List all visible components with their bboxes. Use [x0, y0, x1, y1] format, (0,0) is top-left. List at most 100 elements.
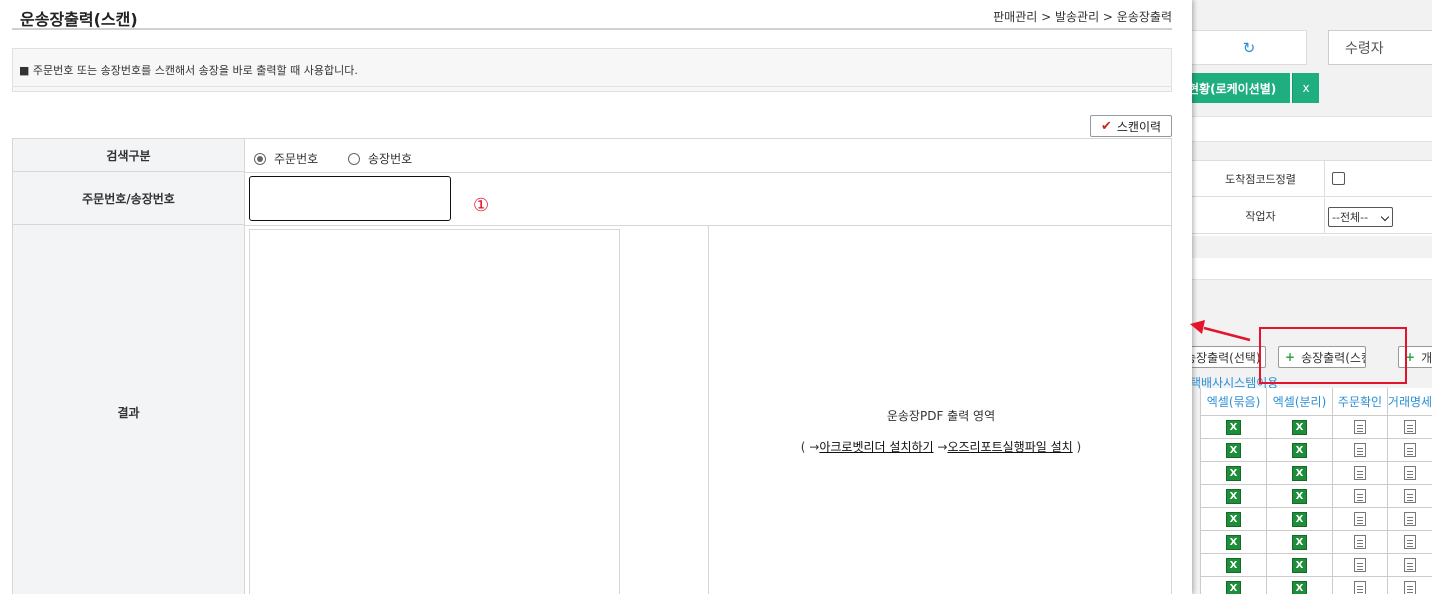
grid-cell — [1333, 508, 1388, 531]
grid-cell — [1201, 416, 1267, 439]
tab-location-status[interactable]: 현황(로케이션별) — [1186, 73, 1290, 103]
acrobat-install-link[interactable]: 아크로벳리더 설치하기 — [819, 440, 933, 454]
oz-report-install-link[interactable]: 오즈리포트실행파일 설치 — [947, 440, 1072, 454]
document-icon[interactable] — [1404, 512, 1416, 526]
excel-icon[interactable] — [1226, 419, 1241, 435]
grid-column-header: 거래명세 — [1388, 388, 1432, 416]
excel-icon[interactable] — [1292, 488, 1307, 504]
document-icon[interactable] — [1404, 466, 1416, 480]
result-label: 결과 — [13, 225, 245, 594]
grid-cell — [1333, 439, 1388, 462]
document-icon[interactable] — [1404, 443, 1416, 457]
excel-icon[interactable] — [1226, 511, 1241, 527]
document-icon[interactable] — [1404, 581, 1416, 594]
document-icon[interactable] — [1404, 489, 1416, 503]
grid-cell — [1333, 531, 1388, 554]
grid-cell — [1388, 577, 1432, 594]
document-icon[interactable] — [1354, 581, 1366, 594]
filter-form: 도착점코드정렬 작업자 --전체-- — [1192, 160, 1432, 236]
filter-strip — [1192, 116, 1432, 142]
filter-strip-bottom — [1192, 258, 1432, 280]
radio-invoice-number[interactable]: 송장번호 — [348, 150, 412, 167]
grid-cell — [1267, 508, 1333, 531]
grid-cell — [1201, 462, 1267, 485]
notice-divider — [12, 86, 1172, 87]
grid-column-header: 엑셀(분리) — [1267, 388, 1333, 416]
result-list — [249, 229, 620, 594]
grid-cell — [1333, 462, 1388, 485]
excel-icon[interactable] — [1226, 465, 1241, 481]
grid-cell — [1333, 485, 1388, 508]
search-type-label: 검색구분 — [13, 139, 245, 172]
scan-history-label: 스캔이력 — [1116, 119, 1162, 134]
radio-invoice-number-label: 송장번호 — [368, 152, 413, 166]
grid-cell — [1388, 531, 1432, 554]
document-icon[interactable] — [1354, 420, 1366, 434]
receiver-input[interactable]: 수령자 — [1328, 30, 1432, 65]
grid-cell — [1333, 554, 1388, 577]
radio-order-number[interactable]: 주문번호 — [254, 150, 318, 167]
excel-icon[interactable] — [1226, 488, 1241, 504]
grid-cell — [1201, 531, 1267, 554]
document-icon[interactable] — [1354, 558, 1366, 572]
grid-cell — [1388, 508, 1432, 531]
excel-icon[interactable] — [1226, 557, 1241, 573]
excel-icon[interactable] — [1292, 580, 1307, 594]
scan-history-button[interactable]: ✔ 스캔이력 — [1090, 115, 1172, 137]
check-icon: ✔ — [1100, 118, 1112, 134]
tab-close-button[interactable]: x — [1292, 73, 1319, 103]
grid-cell — [1267, 416, 1333, 439]
document-icon[interactable] — [1404, 420, 1416, 434]
grid-cell — [1388, 416, 1432, 439]
highlight-box — [1259, 327, 1407, 384]
grid-cell — [1388, 554, 1432, 577]
step-marker: ① — [473, 195, 490, 216]
excel-icon[interactable] — [1292, 534, 1307, 550]
grid-cell — [1267, 531, 1333, 554]
page-title: 운송장출력(스캔) — [20, 10, 138, 29]
worker-select[interactable]: --전체-- — [1328, 207, 1393, 227]
row-divider — [245, 172, 1171, 173]
grid-cell — [1267, 554, 1333, 577]
document-icon[interactable] — [1354, 535, 1366, 549]
excel-icon[interactable] — [1226, 442, 1241, 458]
grid-cell — [1267, 462, 1333, 485]
pdf-output-area: 운송장PDF 출력 영역 ( →아크로벳리더 설치하기 →오즈리포트실행파일 설… — [709, 225, 1173, 594]
number-label: 주문번호/송장번호 — [13, 172, 245, 225]
filter-row-arrival: 도착점코드정렬 — [1192, 161, 1432, 197]
radio-order-number-label: 주문번호 — [274, 152, 319, 166]
print-selected-label: 송장출력(선택) — [1185, 350, 1261, 365]
document-icon[interactable] — [1354, 443, 1366, 457]
breadcrumb: 판매관리 > 발송관리 > 운송장출력 — [993, 10, 1172, 24]
grid-cell — [1201, 485, 1267, 508]
worker-label: 작업자 — [1197, 198, 1325, 234]
excel-icon[interactable] — [1292, 557, 1307, 573]
document-icon[interactable] — [1404, 535, 1416, 549]
grid-cell — [1201, 554, 1267, 577]
radio-dot — [348, 152, 360, 165]
radio-dot-selected — [254, 152, 266, 165]
grid-cell — [1388, 462, 1432, 485]
grid-cell — [1201, 439, 1267, 462]
filter-row-worker: 작업자 --전체-- — [1192, 198, 1432, 234]
excel-icon[interactable] — [1292, 419, 1307, 435]
refresh-button[interactable]: ↻ — [1192, 30, 1307, 65]
excel-icon[interactable] — [1226, 534, 1241, 550]
scan-print-popup: 운송장출력(스캔) 판매관리 > 발송관리 > 운송장출력 ■ 주문번호 또는 … — [0, 0, 1192, 594]
scan-number-input[interactable] — [249, 176, 451, 221]
arrival-sort-checkbox[interactable] — [1332, 172, 1345, 185]
document-icon[interactable] — [1404, 558, 1416, 572]
grid-cell — [1201, 508, 1267, 531]
excel-icon[interactable] — [1292, 511, 1307, 527]
paren-close: ) — [1072, 440, 1082, 454]
grid-cell — [1267, 577, 1333, 594]
excel-icon[interactable] — [1226, 580, 1241, 594]
document-icon[interactable] — [1354, 512, 1366, 526]
excel-icon[interactable] — [1292, 465, 1307, 481]
grid-cell — [1201, 577, 1267, 594]
grid-cell — [1333, 416, 1388, 439]
document-icon[interactable] — [1354, 466, 1366, 480]
excel-icon[interactable] — [1292, 442, 1307, 458]
title-divider — [12, 28, 1172, 30]
document-icon[interactable] — [1354, 489, 1366, 503]
